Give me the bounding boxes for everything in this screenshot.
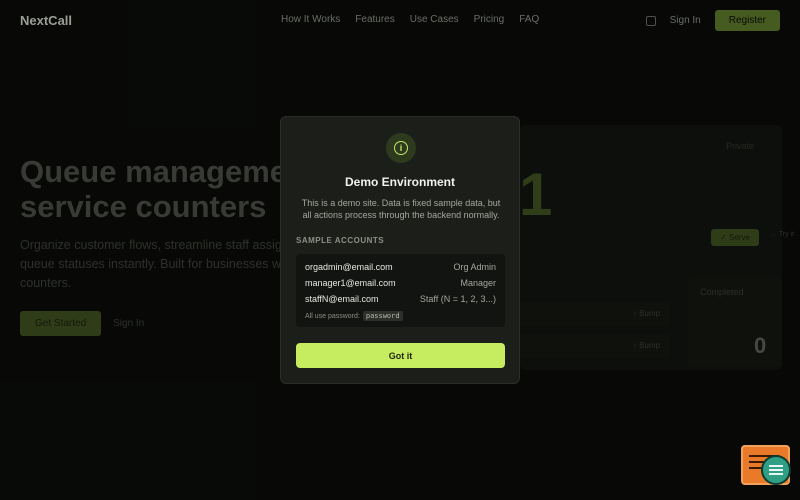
modal-desc-line-1: This is a demo site. Data is fixed sampl…	[301, 198, 501, 208]
modal-desc-line-2: all actions process through the backend …	[302, 210, 500, 220]
modal-title: Demo Environment	[344, 175, 455, 189]
info-icon-badge: i	[386, 133, 416, 163]
sample-accounts-label: SAMPLE ACCOUNTS	[296, 236, 385, 245]
account-row: manager1@email.com Manager	[305, 278, 496, 294]
account-email[interactable]: staffN@email.com	[305, 294, 379, 310]
password-note-text: All use password:	[305, 312, 360, 320]
info-icon: i	[394, 141, 408, 155]
chat-icon[interactable]	[761, 455, 791, 485]
account-role: Manager	[460, 278, 496, 288]
demo-environment-modal: i Demo Environment This is a demo site. …	[280, 116, 520, 384]
password-code: password	[362, 311, 403, 321]
account-row: orgadmin@email.com Org Admin	[305, 262, 496, 278]
account-row: staffN@email.com Staff (N = 1, 2, 3...)	[305, 294, 496, 310]
account-email[interactable]: orgadmin@email.com	[305, 262, 393, 278]
account-role: Staff (N = 1, 2, 3...)	[419, 294, 496, 304]
account-role: Org Admin	[453, 262, 496, 272]
password-note: All use password: password	[305, 311, 496, 321]
account-email[interactable]: manager1@email.com	[305, 278, 396, 294]
modal-description: This is a demo site. Data is fixed sampl…	[295, 197, 507, 221]
got-it-button[interactable]: Got it	[296, 343, 505, 368]
sample-accounts-list: orgadmin@email.com Org Admin manager1@em…	[296, 254, 505, 327]
